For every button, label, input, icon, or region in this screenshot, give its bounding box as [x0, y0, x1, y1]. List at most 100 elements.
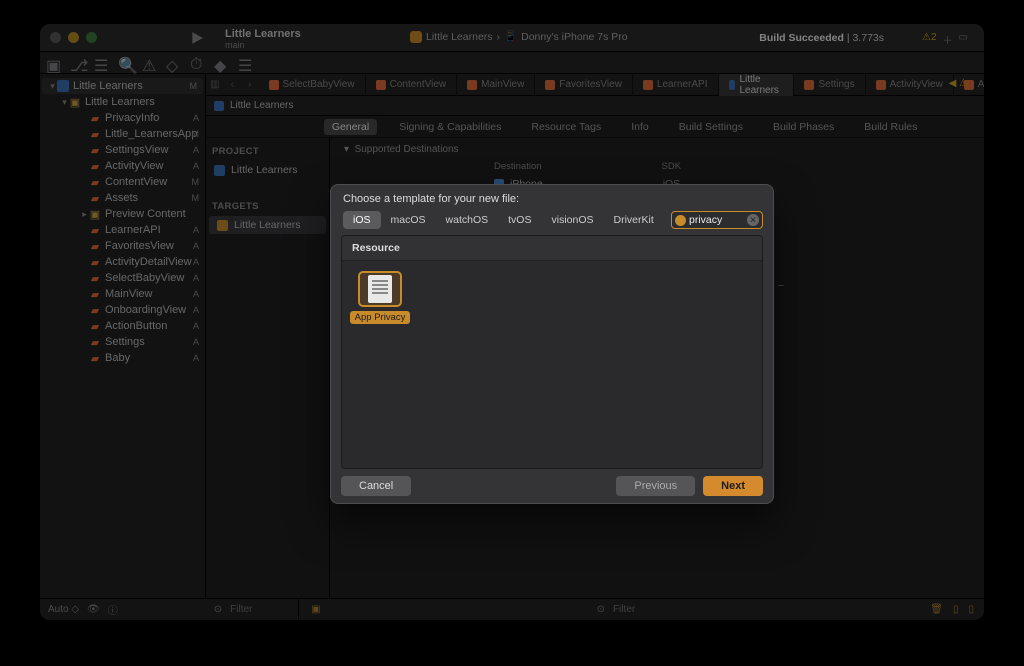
file-name: Preview Content [105, 208, 186, 220]
tab-forward-icon[interactable]: › [241, 79, 259, 90]
test-navigator-icon[interactable]: ◇ [166, 56, 180, 70]
file-row[interactable]: ▰OnboardingViewA [40, 302, 205, 318]
editor-tab[interactable]: Settings [794, 74, 865, 96]
build-status[interactable]: Build Succeeded | 3.773s [759, 32, 884, 44]
file-row[interactable]: ▰LearnerAPIA [40, 222, 205, 238]
file-row[interactable]: ▰ContentViewM [40, 174, 205, 190]
file-name: ActivityView [105, 160, 163, 172]
template-list[interactable]: Resource App Privacy [341, 235, 763, 469]
editor-tab[interactable]: ActivityView [866, 74, 954, 96]
scm-badge: A [193, 257, 199, 267]
file-row[interactable]: ▰PrivacyInfoA [40, 110, 205, 126]
find-navigator-icon[interactable]: 🔍 [118, 56, 132, 70]
quicklook-icon[interactable]: ⓘ [108, 602, 118, 617]
trash-icon[interactable]: 🗑 [930, 604, 943, 615]
report-navigator-icon[interactable]: ☰ [238, 56, 252, 70]
issue-navigator-icon[interactable]: ⚠︎ [142, 56, 156, 70]
console-filter-input[interactable] [613, 604, 673, 615]
file-row[interactable]: ▰AssetsM [40, 190, 205, 206]
editor-tab[interactable]: LearnerAPI [633, 74, 719, 96]
breakpoint-navigator-icon[interactable]: ◆ [214, 56, 228, 70]
platform-tab-driverkit[interactable]: DriverKit [604, 211, 664, 229]
swift-file-icon: ▰ [89, 320, 101, 332]
build-time: 3.773s [852, 32, 884, 44]
scheme-destination[interactable]: Little Learners › 📱 Donny's iPhone 7s Pr… [410, 30, 628, 43]
template-app-privacy[interactable]: App Privacy [352, 271, 408, 324]
project-navigator-icon[interactable]: ▣ [46, 56, 60, 70]
close-window-button[interactable] [50, 32, 61, 43]
tab-back-icon[interactable]: ‹ [224, 79, 242, 90]
tab-label: FavoritesView [559, 79, 622, 90]
editor-tab[interactable]: FavoritesView [535, 74, 633, 96]
cancel-button[interactable]: Cancel [341, 476, 411, 496]
file-name: SelectBabyView [105, 272, 184, 284]
editor-tab-build-settings[interactable]: Build Settings [671, 119, 751, 135]
variables-filter-input[interactable] [230, 604, 290, 615]
file-row[interactable]: ▰ActivityViewA [40, 158, 205, 174]
file-row[interactable]: ▰ActionButtonA [40, 318, 205, 334]
template-search-input[interactable] [689, 214, 747, 226]
source-control-navigator-icon[interactable]: ⎇ [70, 56, 84, 70]
project-root[interactable]: ▾ Little Learners M [42, 78, 203, 94]
next-button[interactable]: Next [703, 476, 763, 496]
tab-bar: ▥ ‹ › SelectBabyView ContentViewMainView F… [206, 74, 984, 96]
library-button[interactable]: ＋ [943, 32, 953, 47]
editor-tab[interactable]: MainView [457, 74, 535, 96]
disclosure-icon[interactable]: ▾ [60, 97, 69, 108]
editor-tab[interactable]: ContentView [366, 74, 458, 96]
tab-sidebar-toggle-icon[interactable]: ▥ [206, 79, 224, 90]
warning-badge[interactable]: ⚠︎2 [922, 32, 937, 47]
file-row[interactable]: ▰SettingsA [40, 334, 205, 350]
zoom-window-button[interactable] [86, 32, 97, 43]
disclosure-icon[interactable]: ▸ [80, 209, 89, 220]
file-row[interactable]: ▰SettingsViewA [40, 142, 205, 158]
file-row[interactable]: ▰Little_LearnersAppM [40, 126, 205, 142]
minimize-window-button[interactable] [68, 32, 79, 43]
platform-tab-ios[interactable]: iOS [343, 211, 381, 229]
console-pane-left-icon[interactable]: ▯ [953, 604, 959, 615]
tab-label: SelectBabyView [283, 79, 355, 90]
editor-tab-info[interactable]: Info [623, 119, 657, 135]
target-item[interactable]: Little Learners [209, 216, 326, 234]
bookmark-navigator-icon[interactable]: ☰ [94, 56, 108, 70]
debug-navigator-icon[interactable]: ⏱ [190, 56, 204, 70]
file-row[interactable]: ▰FavoritesViewA [40, 238, 205, 254]
disclosure-icon[interactable]: ▾ [48, 81, 57, 92]
editor-tab[interactable]: Little Learners [719, 74, 795, 96]
editor-warning-badge[interactable]: ◀ ⚠︎ [949, 78, 968, 89]
file-row[interactable]: ▰BabyA [40, 350, 205, 366]
project-header: PROJECT [206, 138, 329, 161]
supported-destinations-header[interactable]: ▾ Supported Destinations [344, 144, 984, 155]
project-item[interactable]: Little Learners [206, 161, 329, 179]
run-button[interactable] [190, 31, 208, 49]
group-folder[interactable]: ▾ ▣ Little Learners [40, 94, 205, 110]
platform-tab-tvos[interactable]: tvOS [498, 211, 541, 229]
editor-tab-signing-capabilities[interactable]: Signing & Capabilities [391, 119, 509, 135]
inspectors-toggle-icon[interactable]: ▭ [959, 32, 968, 47]
editor-tab-build-rules[interactable]: Build Rules [856, 119, 925, 135]
platform-tab-visionos[interactable]: visionOS [541, 211, 603, 229]
variables-view-mode[interactable]: Auto ◇ [48, 604, 79, 615]
file-name: ActionButton [105, 320, 167, 332]
navigator-tree[interactable]: ▾ Little Learners M ▾ ▣ Little Learners … [40, 74, 205, 598]
file-name: Settings [105, 336, 145, 348]
file-row[interactable]: ▸▣Preview Content [40, 206, 205, 222]
editor-tab-resource-tags[interactable]: Resource Tags [523, 119, 609, 135]
editor-tab-build-phases[interactable]: Build Phases [765, 119, 842, 135]
swift-file-icon [467, 80, 477, 90]
navigator-selector-bar: ▣ ⎇ ☰ 🔍 ⚠︎ ◇ ⏱ ◆ ☰ [40, 52, 984, 74]
editor-tab[interactable]: SelectBabyView [259, 74, 366, 96]
file-row[interactable]: ▰SelectBabyViewA [40, 270, 205, 286]
platform-tab-macos[interactable]: macOS [381, 211, 436, 229]
console-icon[interactable]: ▣ [311, 604, 320, 615]
file-row[interactable]: ▰MainViewA [40, 286, 205, 302]
editor-tab-general[interactable]: General [324, 119, 377, 135]
file-row[interactable]: ▰ActivityDetailViewA [40, 254, 205, 270]
platform-tab-watchos[interactable]: watchOS [436, 211, 499, 229]
eye-icon[interactable]: 👁 [87, 604, 100, 615]
console-pane-right-icon[interactable]: ▯ [968, 604, 974, 615]
breadcrumb-bar[interactable]: Little Learners [206, 96, 984, 116]
clear-search-button[interactable]: ✕ [747, 214, 759, 226]
file-name: MainView [105, 288, 153, 300]
previous-button[interactable]: Previous [616, 476, 695, 496]
